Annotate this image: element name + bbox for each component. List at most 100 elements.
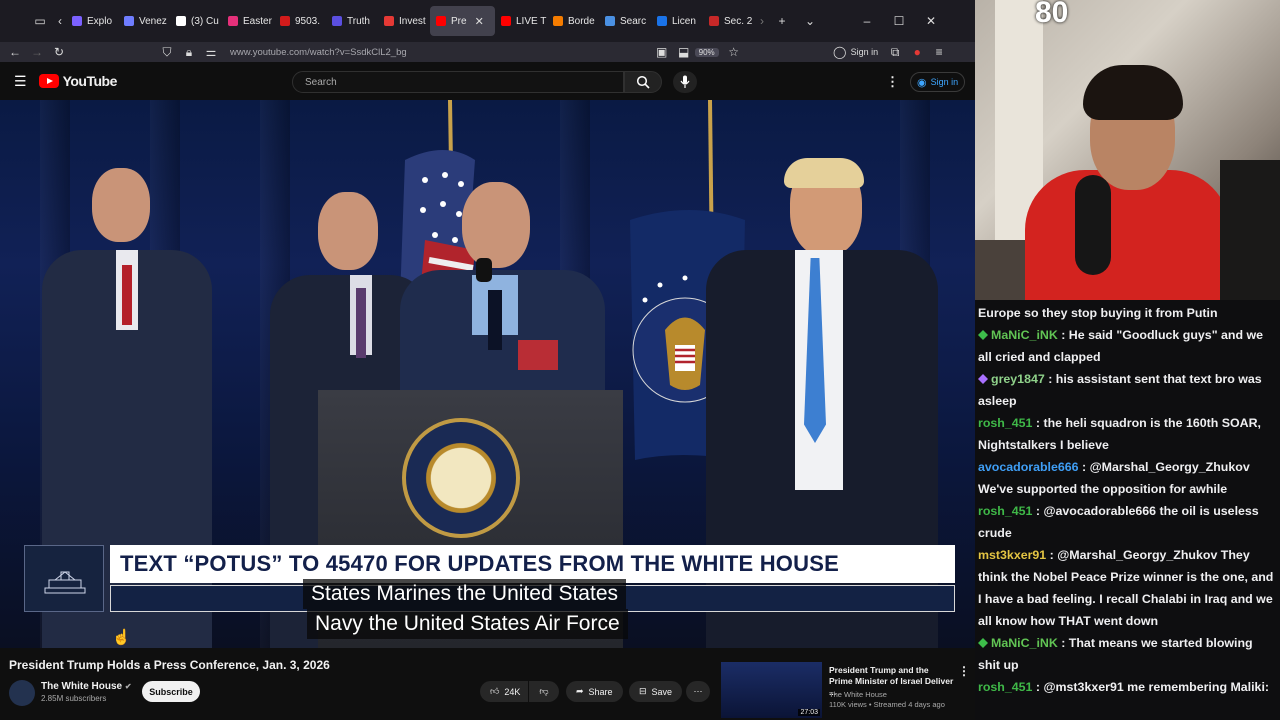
url-field[interactable]: www.youtube.com/watch?v=SsdkClL2_bg: [230, 47, 407, 58]
subscribe-button[interactable]: Subscribe: [142, 681, 200, 702]
chat-separator: :: [1032, 680, 1044, 694]
browser-tab[interactable]: Borde: [547, 6, 599, 36]
recommended-video-meta: The White House 110K views • Streamed 4 …: [829, 690, 945, 710]
tab-favicon-icon: [501, 16, 511, 26]
chat-username[interactable]: rosh_451: [978, 504, 1032, 518]
browser-tab[interactable]: Truth: [326, 6, 378, 36]
chat-username[interactable]: rosh_451: [978, 416, 1032, 430]
more-actions-button[interactable]: ⋯: [686, 681, 710, 702]
thumbs-down-icon: 👎︎: [539, 686, 549, 696]
browser-tab[interactable]: Invest: [378, 6, 430, 36]
permissions-icon[interactable]: ⚌: [200, 45, 222, 59]
share-button[interactable]: ➦ Share: [566, 681, 623, 702]
tab-overflow-icon[interactable]: ⌄: [795, 14, 825, 28]
voice-search-button[interactable]: [673, 71, 697, 93]
tab-label: Searc: [620, 15, 647, 27]
chat-badge-icon: [978, 374, 988, 384]
microphone-image: [1075, 175, 1111, 275]
forward-icon[interactable]: →: [26, 45, 48, 59]
channel-name[interactable]: The White House ✔: [41, 681, 132, 692]
tab-label: (3) Cu: [191, 15, 219, 27]
chat-username[interactable]: rosh_451: [978, 680, 1032, 694]
extensions-icon[interactable]: ⧉: [884, 45, 906, 60]
chat-username[interactable]: grey1847: [991, 372, 1045, 386]
back-icon[interactable]: ←: [4, 45, 26, 59]
minimize-icon[interactable]: –: [851, 14, 883, 28]
channel-avatar[interactable]: [9, 680, 35, 706]
tab-strip: Explo Venez (3) Cu Easter 9503. Truth Invest Pr…: [66, 6, 755, 36]
chat-username[interactable]: mst3kxer91: [978, 548, 1046, 562]
browser-tab[interactable]: Easter: [222, 6, 274, 36]
tab-label: Pre: [451, 15, 467, 27]
recommended-more-icon[interactable]: ⋮: [958, 664, 970, 678]
chat-message: rosh_451 : the heli squadron is the 160t…: [978, 412, 1276, 456]
video-player[interactable]: TEXT “POTUS” TO 45470 FOR UPDATES FROM T…: [0, 100, 975, 648]
chat-message: Europe so they stop buying it from Putin: [978, 302, 1276, 324]
caption-line: Navy the United States Air Force: [307, 609, 628, 639]
tab-label: Truth: [347, 15, 370, 27]
download-page-icon[interactable]: ⬓: [673, 45, 695, 59]
zoom-level[interactable]: 90%: [694, 47, 719, 57]
banner-text: TEXT “POTUS” TO 45470 FOR UPDATES FROM T…: [110, 545, 955, 583]
save-button[interactable]: ⊟ Save: [629, 681, 683, 702]
close-tab-icon[interactable]: ✕: [475, 15, 484, 28]
recommended-channel: The White House: [829, 690, 887, 699]
chat-text: @mst3kxer91 me remembering Maliki:: [1043, 680, 1270, 694]
chat-username[interactable]: avocadorable666: [978, 460, 1079, 474]
hamburger-menu-icon[interactable]: ☰: [14, 73, 27, 90]
recommended-duration: 27:03: [798, 709, 820, 716]
shield-icon[interactable]: ⛉: [156, 45, 178, 60]
search-button[interactable]: [624, 71, 662, 93]
reader-view-icon[interactable]: ▣: [651, 45, 673, 59]
tab-list-icon[interactable]: ▭: [26, 14, 54, 28]
chat-badge-icon: [978, 330, 988, 340]
browser-tab[interactable]: Licen: [651, 6, 703, 36]
tab-scroll-left-icon[interactable]: ‹: [54, 14, 66, 28]
reload-icon[interactable]: ↻: [48, 45, 70, 59]
maximize-icon[interactable]: ☐: [883, 14, 915, 28]
new-tab-icon[interactable]: +: [769, 14, 795, 28]
tab-label: Venez: [139, 15, 167, 27]
chat-separator: :: [1032, 416, 1044, 430]
tab-favicon-icon: [657, 16, 667, 26]
youtube-play-icon: [38, 74, 59, 88]
tab-label: Explo: [87, 15, 113, 27]
youtube-sign-in-button[interactable]: ◉ Sign in: [910, 72, 966, 92]
browser-tab[interactable]: Searc: [599, 6, 651, 36]
youtube-logo[interactable]: YouTube: [38, 73, 117, 89]
chat-separator: :: [1044, 372, 1056, 386]
browser-sign-in[interactable]: Sign in: [851, 47, 879, 57]
chat-username[interactable]: MaNiC_iNK: [991, 328, 1058, 342]
browser-tab[interactable]: Pre ✕: [430, 6, 495, 36]
close-window-icon[interactable]: ✕: [915, 14, 947, 28]
browser-tab[interactable]: 9503.: [274, 6, 326, 36]
tab-scroll-right-icon[interactable]: ›: [755, 14, 769, 28]
tab-favicon-icon: [124, 16, 134, 26]
chat-username[interactable]: MaNiC_iNK: [991, 636, 1058, 650]
tab-favicon-icon: [709, 16, 719, 26]
tab-favicon-icon: [280, 16, 290, 26]
thumbs-up-icon: 👍︎: [490, 686, 500, 696]
chat-separator: :: [1078, 460, 1090, 474]
browser-tab[interactable]: Explo: [66, 6, 118, 36]
search-input[interactable]: Search: [292, 71, 624, 93]
more-options-icon[interactable]: ⋮: [886, 74, 899, 90]
recommended-video-thumbnail[interactable]: 27:03: [721, 662, 822, 718]
chat-separator: :: [1057, 328, 1069, 342]
tab-favicon-icon: [332, 16, 342, 26]
dislike-button[interactable]: 👎︎: [529, 681, 559, 702]
menu-icon[interactable]: ≡: [928, 45, 950, 59]
microphone-icon: [680, 75, 690, 88]
browser-tab[interactable]: LIVE T: [495, 6, 547, 36]
addon-icon[interactable]: ●: [906, 45, 928, 59]
bookmark-star-icon[interactable]: ☆: [723, 45, 745, 59]
save-label: Save: [651, 686, 673, 697]
streamer-webcam: [975, 0, 1280, 300]
account-circle-icon: ◉: [917, 76, 927, 89]
account-icon[interactable]: ◯: [829, 45, 851, 59]
like-button[interactable]: 👍︎ 24K: [480, 681, 528, 702]
lock-icon: 🔒︎: [185, 44, 193, 59]
browser-tab[interactable]: Venez: [118, 6, 170, 36]
browser-tab[interactable]: Sec. 2: [703, 6, 755, 36]
browser-tab[interactable]: (3) Cu: [170, 6, 222, 36]
